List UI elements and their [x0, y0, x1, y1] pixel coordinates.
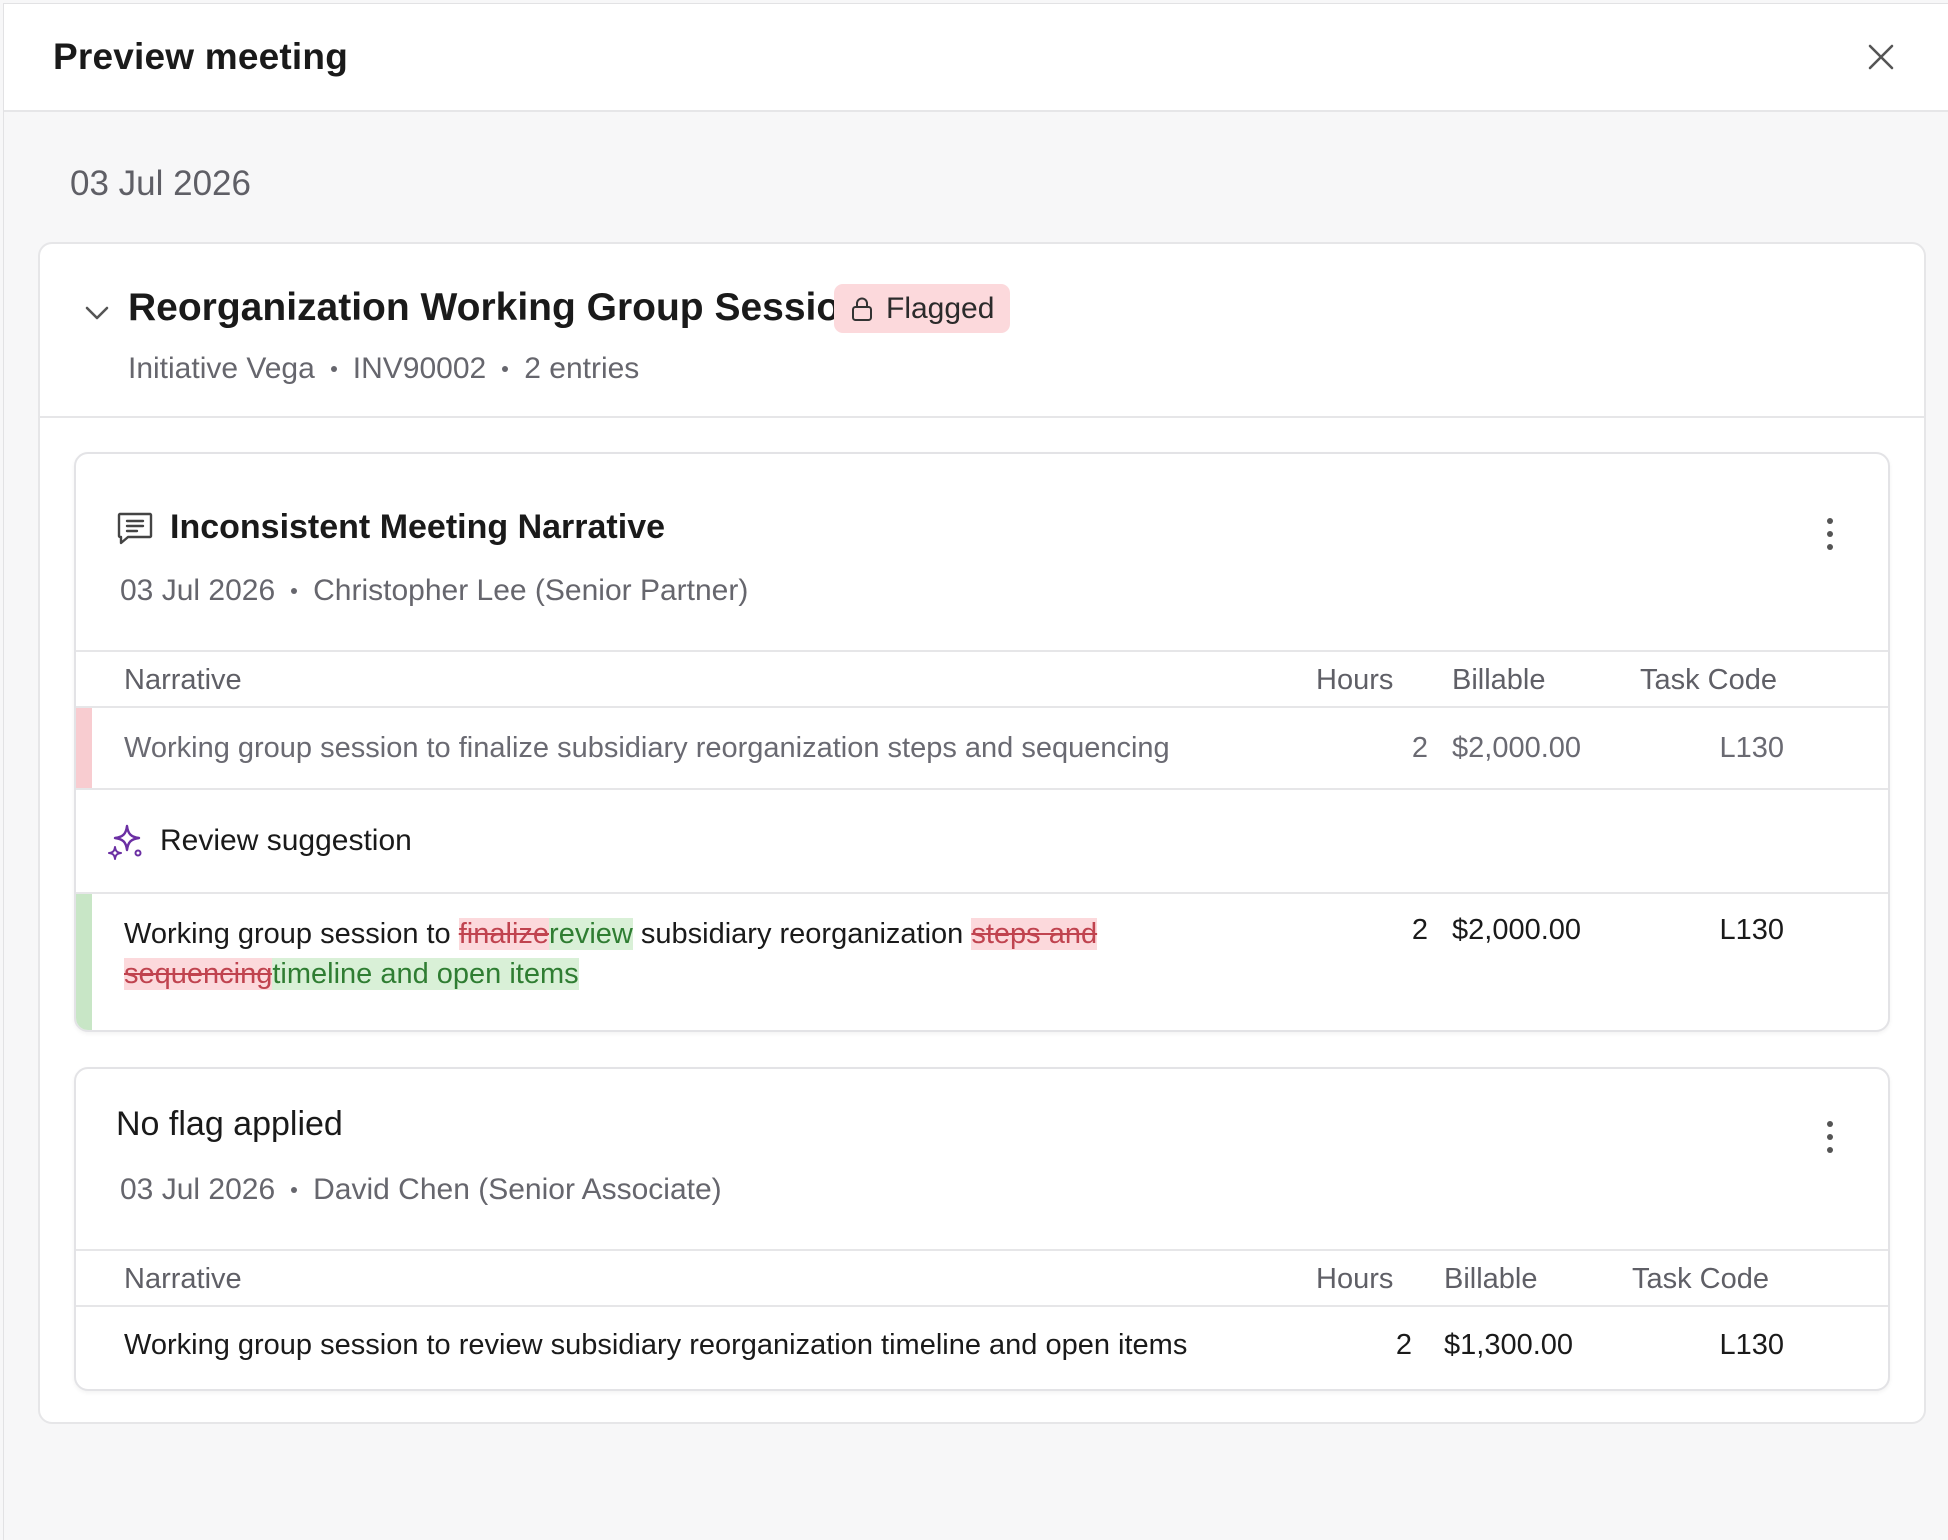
flagged-badge-label: Flagged	[886, 291, 995, 325]
row-narrative: Working group session to review subsidia…	[124, 1329, 1188, 1361]
row-hours: 2	[1395, 1329, 1412, 1361]
entry-title-row: No flag applied	[116, 1105, 343, 1144]
modal-header: Preview meeting	[4, 4, 1948, 112]
entry-person: David Chen (Senior Associate)	[313, 1173, 722, 1206]
meeting-meta: Initiative Vega INV90002 2 entries	[128, 352, 639, 386]
column-header-billable: Billable	[1452, 664, 1546, 696]
meeting-initiative: Initiative Vega	[128, 352, 315, 385]
column-header-hours: Hours	[1316, 664, 1394, 696]
meeting-card: Reorganization Working Group Session Fla…	[38, 242, 1926, 1424]
entry-date: 03 Jul 2026	[120, 1173, 276, 1206]
meeting-entry-count: 2 entries	[524, 352, 640, 385]
column-header-task-code: Task Code	[1632, 1263, 1770, 1295]
row-task-code: L130	[1719, 732, 1784, 764]
entry-date: 03 Jul 2026	[120, 574, 276, 607]
more-options-button[interactable]	[1824, 514, 1836, 554]
narrative-inserted: timeline and open items	[272, 958, 579, 990]
separator-dot	[291, 588, 298, 594]
chevron-down-icon[interactable]	[80, 296, 114, 330]
column-header-narrative: Narrative	[124, 664, 242, 696]
row-hours: 2	[1411, 732, 1428, 764]
close-button[interactable]	[1859, 35, 1903, 79]
suggestion-billable: $2,000.00	[1452, 914, 1582, 946]
row-billable: $2,000.00	[1452, 732, 1582, 764]
separator-dot	[291, 1187, 298, 1193]
separator-dot	[502, 366, 509, 372]
row-billable: $1,300.00	[1444, 1329, 1574, 1361]
modal-title: Preview meeting	[53, 36, 349, 77]
narrative-inserted: review	[549, 918, 633, 950]
review-suggestion-row[interactable]: Review suggestion	[76, 790, 1888, 894]
entry-person: Christopher Lee (Senior Partner)	[313, 574, 749, 607]
close-icon	[1868, 44, 1894, 70]
table-row-flagged: Working group session to finalize subsid…	[76, 708, 1888, 790]
meeting-header: Reorganization Working Group Session Fla…	[40, 244, 1924, 418]
entry-title: Inconsistent Meeting Narrative	[170, 508, 666, 546]
narrative-unchanged: Working group session to	[124, 918, 459, 950]
comment-lines-icon	[117, 512, 153, 544]
column-header-hours: Hours	[1316, 1263, 1394, 1295]
column-header-narrative: Narrative	[124, 1263, 242, 1295]
entry-title: No flag applied	[116, 1105, 343, 1143]
entry-meta: 03 Jul 2026 Christopher Lee (Senior Part…	[120, 574, 748, 608]
row-task-code: L130	[1719, 1329, 1784, 1361]
more-options-button[interactable]	[1824, 1117, 1836, 1157]
suggestion-indicator-bar	[76, 894, 92, 1030]
entry-card-flagged: Inconsistent Meeting Narrative 03 Jul 20…	[74, 452, 1890, 1032]
suggested-narrative: Working group session to finalizereview …	[124, 914, 1164, 994]
meeting-invoice-id: INV90002	[352, 352, 487, 385]
separator-dot	[330, 366, 337, 372]
row-narrative: Working group session to finalize subsid…	[124, 732, 1170, 764]
table-row: Working group session to review subsidia…	[76, 1307, 1888, 1389]
lock-icon	[852, 297, 872, 321]
column-header-task-code: Task Code	[1640, 664, 1778, 696]
entry-card-no-flag: No flag applied 03 Jul 2026 David Chen (…	[74, 1067, 1890, 1391]
suggestion-hours: 2	[1411, 914, 1428, 946]
date-heading: 03 Jul 2026	[70, 164, 251, 203]
preview-meeting-modal: Preview meeting 03 Jul 2026 Reorganizati…	[3, 3, 1948, 1540]
table-header: Narrative Hours Billable Task Code	[76, 1249, 1888, 1307]
narrative-deleted: finalize	[458, 918, 550, 950]
table-header: Narrative Hours Billable Task Code	[76, 650, 1888, 708]
flag-indicator-bar	[76, 708, 92, 788]
suggestion-task-code: L130	[1719, 914, 1784, 946]
table-row-suggestion: Working group session to finalizereview …	[76, 894, 1888, 1030]
entry-meta: 03 Jul 2026 David Chen (Senior Associate…	[120, 1173, 722, 1207]
sparkle-icon	[108, 824, 142, 860]
meeting-title: Reorganization Working Group Session	[128, 286, 865, 329]
entry-title-row: Inconsistent Meeting Narrative	[116, 508, 665, 547]
flagged-badge: Flagged	[834, 284, 1011, 333]
column-header-billable: Billable	[1444, 1263, 1538, 1295]
review-suggestion-label: Review suggestion	[160, 824, 412, 857]
narrative-unchanged: subsidiary reorganization	[632, 918, 972, 950]
